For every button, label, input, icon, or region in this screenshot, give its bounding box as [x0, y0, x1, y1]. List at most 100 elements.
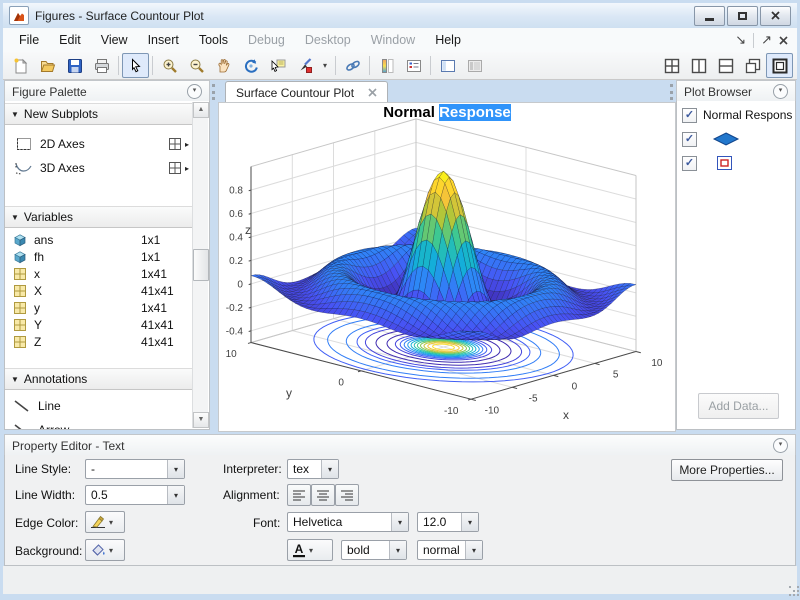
variable-row-x[interactable]: x 1x41 [5, 265, 193, 282]
menu-window[interactable]: Window [361, 28, 425, 52]
pan-tool-button[interactable] [210, 53, 237, 78]
variable-row-Z[interactable]: Z 41x41 [5, 333, 193, 350]
background-color-button[interactable]: ▾ [85, 539, 125, 561]
figure-canvas[interactable]: Normal Response -10-50510100-100.80.60.4… [218, 102, 676, 432]
menu-tools[interactable]: Tools [189, 28, 238, 52]
figure-palette-panel: Figure Palette ▾ ▼ New Subplots 2D Axes … [4, 80, 210, 430]
subplot-grid-button[interactable] [168, 161, 182, 175]
variable-row-ans[interactable]: ans 1x1 [5, 231, 193, 248]
edge-color-button[interactable]: ▾ [85, 511, 125, 533]
menu-file[interactable]: File [9, 28, 49, 52]
show-plot-tools-button[interactable] [461, 53, 488, 78]
open-file-button[interactable] [34, 53, 61, 78]
variable-row-Y[interactable]: Y 41x41 [5, 316, 193, 333]
font-color-button[interactable]: A ▾ [287, 539, 333, 561]
plot-canvas[interactable]: -10-50510100-100.80.60.40.20-0.2-0.4xyz [219, 103, 675, 431]
maximize-button[interactable] [727, 6, 758, 26]
minimize-button[interactable] [694, 6, 725, 26]
titlebar[interactable]: Figures - Surface Countour Plot [3, 3, 797, 28]
variable-row-fh[interactable]: fh 1x1 [5, 248, 193, 265]
browser-item-title[interactable]: ✓ Normal Respons [677, 105, 795, 125]
tab-close-icon[interactable] [368, 88, 377, 97]
browser-item-contour[interactable]: ✓ [677, 153, 795, 173]
left-splitter-handle[interactable] [212, 84, 215, 100]
menu-debug[interactable]: Debug [238, 28, 295, 52]
line-style-select[interactable]: - ▾ [85, 459, 185, 479]
print-button[interactable] [88, 53, 115, 78]
palette-item-arrow[interactable]: Arrow [5, 418, 193, 430]
scrollbar-thumb[interactable] [193, 249, 209, 281]
menu-view[interactable]: View [91, 28, 138, 52]
section-annotations[interactable]: ▼ Annotations [5, 368, 193, 390]
more-properties-button[interactable]: More Properties... [671, 459, 783, 481]
new-figure-button[interactable] [7, 53, 34, 78]
tab-surface-contour-plot[interactable]: Surface Countour Plot [225, 81, 388, 103]
hide-plot-tools-button[interactable] [434, 53, 461, 78]
section-variables[interactable]: ▼ Variables [5, 206, 193, 228]
brush-tool-button[interactable] [291, 53, 318, 78]
figure-palette-menu-button[interactable]: ▾ [187, 84, 202, 99]
rotate-3d-button[interactable] [237, 53, 264, 78]
scroll-up-icon[interactable]: ▲ [193, 102, 209, 118]
menu-help[interactable]: Help [425, 28, 471, 52]
svg-text:-5: -5 [529, 394, 538, 405]
dock-figure-icon[interactable]: ↘ [735, 32, 746, 48]
layout-split-vertical-icon [691, 58, 707, 74]
insert-colorbar-button[interactable] [373, 53, 400, 78]
plot-title[interactable]: Normal Response [219, 104, 675, 121]
checkbox-checked[interactable]: ✓ [682, 156, 697, 171]
property-editor-header: Property Editor - Text ▾ [4, 434, 796, 457]
variable-row-y[interactable]: y 1x41 [5, 299, 193, 316]
zoom-in-button[interactable] [156, 53, 183, 78]
palette-item-3d-axes[interactable]: 3D Axes ▸ [5, 156, 193, 180]
menu-insert[interactable]: Insert [138, 28, 189, 52]
palette-item-2d-axes[interactable]: 2D Axes ▸ [5, 132, 193, 156]
interpreter-select[interactable]: tex ▾ [287, 459, 339, 479]
menu-edit[interactable]: Edit [49, 28, 91, 52]
font-angle-select[interactable]: normal ▾ [417, 540, 483, 560]
minimize-icon [705, 18, 714, 21]
variable-row-X[interactable]: X 41x41 [5, 282, 193, 299]
pointer-tool-button[interactable] [122, 53, 149, 78]
subplot-grid-button[interactable] [168, 137, 182, 151]
close-button[interactable] [760, 6, 791, 26]
browser-item-surface[interactable]: ✓ [677, 129, 795, 149]
menu-desktop[interactable]: Desktop [295, 28, 361, 52]
svg-text:0.2: 0.2 [229, 256, 243, 267]
palette-item-line[interactable]: Line [5, 394, 193, 418]
figure-palette-header: Figure Palette ▾ [4, 80, 210, 103]
section-new-subplots[interactable]: ▼ New Subplots [5, 103, 193, 125]
align-center-button[interactable] [311, 484, 335, 506]
submenu-arrow-icon[interactable]: ▸ [185, 164, 189, 173]
resize-grip[interactable] [789, 586, 791, 588]
font-family-select[interactable]: Helvetica ▾ [287, 512, 409, 532]
property-editor-menu-button[interactable]: ▾ [773, 438, 788, 453]
align-left-button[interactable] [287, 484, 311, 506]
layout-split-vertical-button[interactable] [685, 53, 712, 78]
close-figure-icon[interactable] [779, 36, 788, 45]
font-weight-select[interactable]: bold ▾ [341, 540, 407, 560]
checkbox-checked[interactable]: ✓ [682, 108, 697, 123]
font-size-select[interactable]: 12.0 ▾ [417, 512, 479, 532]
link-plot-button[interactable] [339, 53, 366, 78]
add-data-button[interactable]: Add Data... [698, 393, 779, 419]
plot-browser-menu-button[interactable]: ▾ [773, 84, 788, 99]
checkbox-checked[interactable]: ✓ [682, 132, 697, 147]
insert-legend-button[interactable] [400, 53, 427, 78]
layout-maximized-button[interactable] [766, 53, 793, 78]
chevron-down-icon: ▾ [321, 460, 338, 478]
scroll-down-icon[interactable]: ▼ [193, 412, 209, 428]
data-cursor-button[interactable] [264, 53, 291, 78]
submenu-arrow-icon[interactable]: ▸ [185, 140, 189, 149]
layout-grid-button[interactable] [658, 53, 685, 78]
save-button[interactable] [61, 53, 88, 78]
figure-palette-scrollbar[interactable]: ▲ ▼ [192, 102, 208, 428]
undock-icon[interactable]: ↗ [761, 32, 772, 48]
align-right-button[interactable] [335, 484, 359, 506]
zoom-out-button[interactable] [183, 53, 210, 78]
layout-split-horizontal-button[interactable] [712, 53, 739, 78]
property-editor-panel: Property Editor - Text ▾ Line Style: - ▾… [4, 434, 796, 566]
brush-dropdown-button[interactable]: ▾ [318, 53, 332, 78]
line-width-select[interactable]: 0.5 ▾ [85, 485, 185, 505]
layout-float-button[interactable] [739, 53, 766, 78]
